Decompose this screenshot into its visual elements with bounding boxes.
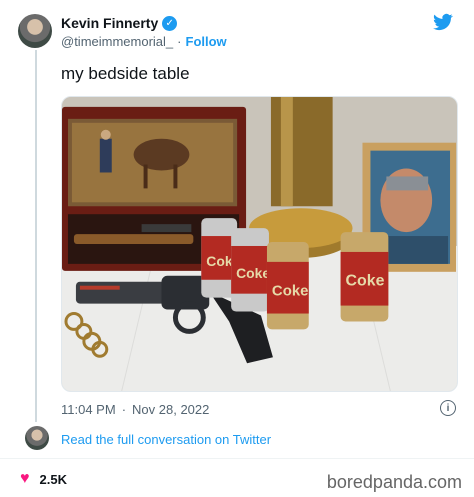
info-icon[interactable]: i bbox=[440, 400, 456, 416]
read-full-conversation-link[interactable]: Read the full conversation on Twitter bbox=[61, 432, 271, 447]
coke-can-2-label: Coke bbox=[236, 265, 270, 281]
small-avatar[interactable] bbox=[25, 426, 49, 450]
tweet-timestamp[interactable]: 11:04 PM · Nov 28, 2022 bbox=[61, 402, 209, 417]
coke-can-3-label: Coke bbox=[272, 284, 308, 300]
avatar[interactable] bbox=[18, 14, 52, 48]
verified-badge-icon: ✓ bbox=[162, 15, 178, 31]
tweet-photo[interactable]: Coke Coke Coke Coke bbox=[61, 96, 458, 392]
tweet-time: 11:04 PM bbox=[61, 402, 116, 417]
coke-can-4-label: Coke bbox=[346, 273, 385, 290]
coke-can-2: Coke bbox=[231, 228, 270, 312]
coke-can-4: Coke bbox=[340, 232, 389, 322]
follow-button[interactable]: Follow bbox=[186, 34, 227, 49]
twitter-bird-icon[interactable] bbox=[432, 12, 454, 32]
thread-line bbox=[35, 50, 37, 422]
timestamp-separator: · bbox=[121, 402, 127, 417]
tweet-text: my bedside table bbox=[61, 64, 190, 83]
heart-icon[interactable]: ♥ bbox=[20, 471, 30, 487]
author-name-row: Kevin Finnerty ✓ bbox=[61, 15, 178, 31]
coke-can-3: Coke bbox=[266, 242, 309, 330]
divider bbox=[0, 458, 474, 459]
watermark: boredpanda.com bbox=[326, 472, 462, 492]
tweet-date: Nov 28, 2022 bbox=[132, 402, 210, 417]
handle-separator: · bbox=[177, 34, 182, 49]
like-row[interactable]: ♥ 2.5K bbox=[20, 471, 67, 487]
author-handle[interactable]: @timeimmemorial_ bbox=[61, 34, 173, 49]
author-handle-row: @timeimmemorial_ · Follow bbox=[61, 34, 227, 49]
like-count: 2.5K bbox=[39, 471, 67, 487]
author-name[interactable]: Kevin Finnerty bbox=[61, 15, 158, 31]
